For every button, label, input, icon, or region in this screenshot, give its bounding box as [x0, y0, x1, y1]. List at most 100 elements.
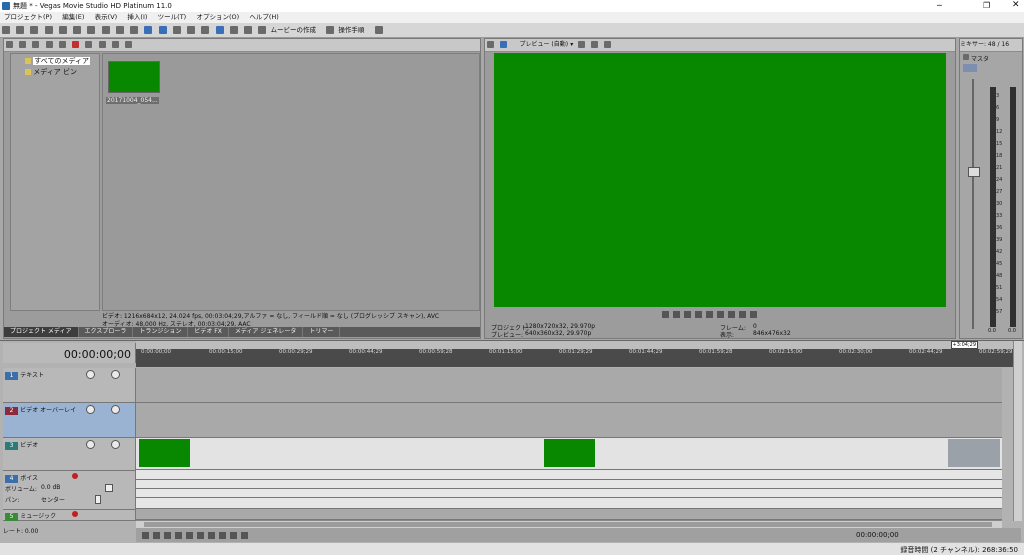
scrollbar-thumb[interactable]: [144, 522, 992, 527]
pan-slider[interactable]: [95, 495, 101, 504]
preview-quality-dropdown[interactable]: プレビュー (自動): [519, 41, 568, 48]
master-fader[interactable]: [968, 167, 980, 177]
track-header-text[interactable]: 1 テキスト: [3, 368, 136, 403]
delete-icon[interactable]: [101, 26, 110, 34]
guide-icon[interactable]: [326, 26, 335, 34]
play-icon[interactable]: [684, 310, 691, 318]
properties-icon[interactable]: [44, 26, 53, 34]
remove-icon[interactable]: [72, 41, 80, 48]
time-ruler[interactable]: 0:00:00;00 00:00:15;00 00:00:29;29 00:00…: [136, 349, 1016, 367]
tab-trimmer[interactable]: トリマー: [303, 327, 341, 337]
get-photo-icon[interactable]: [45, 41, 53, 48]
cut-icon[interactable]: [58, 26, 67, 34]
menu-help[interactable]: ヘルプ(H): [249, 12, 278, 23]
menu-insert[interactable]: 挿入(I): [127, 12, 147, 23]
marker-bar[interactable]: +3:04;29: [136, 341, 1016, 349]
op-guide-button[interactable]: 操作手順: [338, 23, 364, 37]
lane-video-overlay[interactable]: [136, 403, 1002, 438]
overlays-icon[interactable]: [577, 41, 585, 48]
stop-icon[interactable]: [706, 310, 713, 318]
solo-icon[interactable]: [111, 440, 120, 449]
menu-edit[interactable]: 編集(E): [62, 12, 84, 23]
volume-slider[interactable]: [105, 484, 113, 492]
views-icon[interactable]: [111, 41, 119, 48]
save-icon[interactable]: [30, 26, 39, 34]
next-frame-icon[interactable]: [750, 310, 757, 318]
go-to-start-icon[interactable]: [208, 531, 215, 539]
lock-envelope-icon[interactable]: [229, 26, 238, 34]
redo-icon[interactable]: [130, 26, 139, 34]
play-icon[interactable]: [175, 531, 182, 539]
external-monitor-icon[interactable]: [500, 41, 508, 48]
lane-music[interactable]: [136, 509, 1002, 520]
tab-media-generators[interactable]: メディア ジェネレータ: [229, 327, 304, 337]
lane-voice[interactable]: [136, 470, 1002, 509]
media-thumbnail[interactable]: [108, 61, 160, 93]
new-icon[interactable]: [2, 26, 10, 34]
auto-crossfade-icon[interactable]: [215, 26, 224, 34]
go-to-end-icon[interactable]: [728, 310, 735, 318]
film-icon[interactable]: [258, 26, 267, 34]
track-header-video[interactable]: 3 ビデオ: [3, 438, 136, 471]
refresh-icon[interactable]: [6, 41, 13, 48]
paste-icon[interactable]: [87, 26, 96, 34]
solo-icon[interactable]: [111, 405, 120, 414]
help-icon[interactable]: [374, 26, 383, 34]
play-from-start-icon[interactable]: [164, 531, 171, 539]
video-event-thumb[interactable]: [139, 439, 190, 467]
chevron-down-icon[interactable]: ▾: [570, 41, 573, 48]
tab-transitions[interactable]: トランジション: [133, 327, 189, 337]
prev-frame-icon[interactable]: [739, 310, 746, 318]
extract-audio-icon[interactable]: [58, 41, 66, 48]
go-to-end-icon[interactable]: [219, 531, 226, 539]
record-arm-icon[interactable]: [72, 511, 78, 517]
open-icon[interactable]: [16, 26, 25, 34]
select-tool-icon[interactable]: [172, 26, 181, 34]
tab-video-fx[interactable]: ビデオ FX: [188, 327, 229, 337]
pause-icon[interactable]: [695, 310, 702, 318]
marker-icon[interactable]: [243, 26, 252, 34]
solo-icon[interactable]: [111, 370, 120, 379]
mute-icon[interactable]: [86, 370, 95, 379]
ripple-edit-icon[interactable]: [187, 26, 196, 34]
go-to-start-icon[interactable]: [717, 310, 724, 318]
media-fx-icon[interactable]: [85, 41, 93, 48]
menu-options[interactable]: オプション(O): [196, 12, 239, 23]
vertical-scrollbar[interactable]: [1013, 341, 1022, 521]
pause-icon[interactable]: [186, 531, 193, 539]
play-from-start-icon[interactable]: [673, 310, 680, 318]
stop-icon[interactable]: [197, 531, 204, 539]
maximize-icon[interactable]: ❐: [983, 1, 990, 10]
snap-icon[interactable]: [201, 26, 210, 34]
preview-properties-icon[interactable]: [487, 41, 494, 48]
undo-icon[interactable]: [115, 26, 124, 34]
close-icon[interactable]: ✕: [1012, 0, 1020, 10]
master-fx-icon[interactable]: [963, 64, 977, 72]
normal-edit-tool-icon[interactable]: [144, 26, 153, 34]
tab-explorer[interactable]: エクスプローラ: [79, 327, 134, 337]
record-arm-icon[interactable]: [72, 473, 78, 479]
mute-icon[interactable]: [86, 440, 95, 449]
mute-icon[interactable]: [86, 405, 95, 414]
track-header-voice[interactable]: 4 ボイス ボリューム: 0.0 dB パン: センター: [3, 471, 136, 510]
horizontal-scrollbar[interactable]: [136, 520, 1002, 528]
make-movie-button[interactable]: ムービーの作成: [270, 23, 316, 37]
media-properties-icon[interactable]: [98, 41, 106, 48]
search-icon[interactable]: [125, 41, 133, 48]
tab-project-media[interactable]: プロジェクト メディア: [4, 327, 79, 337]
video-event-thumb[interactable]: [544, 439, 595, 467]
next-frame-icon[interactable]: [241, 531, 248, 539]
tree-item-media-bin[interactable]: メディア ビン: [25, 67, 99, 77]
tree-item-all-media[interactable]: すべてのメディア: [25, 56, 99, 66]
loop-icon[interactable]: [153, 531, 160, 539]
lane-text[interactable]: [136, 368, 1002, 403]
record-icon[interactable]: [142, 531, 149, 539]
envelope-tool-icon[interactable]: [158, 26, 167, 34]
menu-project[interactable]: プロジェクト(P): [4, 12, 52, 23]
menu-tools[interactable]: ツール(T): [158, 12, 187, 23]
menu-view[interactable]: 表示(V): [95, 12, 118, 23]
minimize-icon[interactable]: ─: [937, 1, 942, 10]
loop-icon[interactable]: [662, 310, 669, 318]
copy-icon[interactable]: [73, 26, 82, 34]
copy-snapshot-icon[interactable]: [590, 41, 598, 48]
